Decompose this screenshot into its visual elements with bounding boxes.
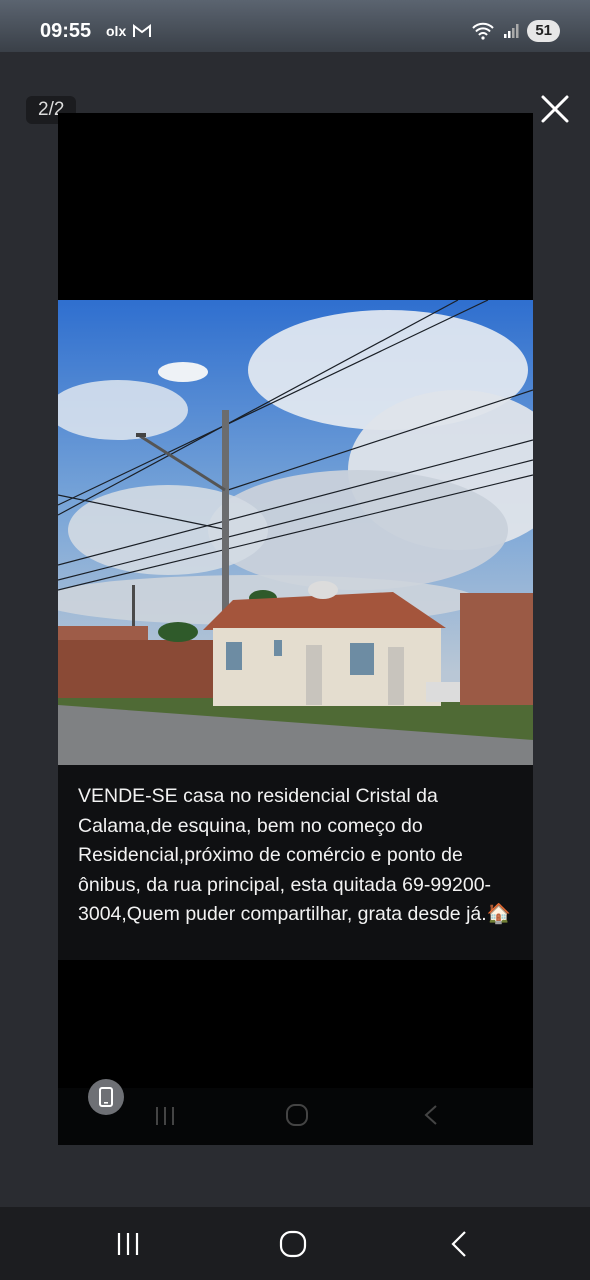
wifi-icon (472, 22, 495, 40)
phone-icon (99, 1087, 113, 1107)
status-bar: 09:55 olx 51 (0, 0, 590, 52)
signal-icon (504, 24, 519, 38)
close-button[interactable] (536, 90, 574, 128)
house-photo (58, 300, 533, 765)
rotate-phone-button[interactable] (88, 1079, 124, 1115)
inner-screenshot-nav (58, 1088, 533, 1145)
battery-indicator: 51 (527, 20, 560, 42)
back-button[interactable] (440, 1229, 480, 1259)
caption-text: VENDE-SE casa no residencial Cristal da … (78, 785, 511, 925)
story-card[interactable]: VENDE-SE casa no residencial Cristal da … (58, 113, 533, 1145)
notification-icons: olx (106, 23, 152, 39)
olx-icon: olx (106, 23, 127, 39)
home-button[interactable] (273, 1229, 313, 1259)
home-icon (279, 1230, 307, 1258)
system-nav-bar (0, 1207, 590, 1280)
back-icon (424, 1105, 437, 1125)
recent-apps-icon (156, 1107, 174, 1125)
home-icon (286, 1104, 308, 1126)
recent-apps-button[interactable] (108, 1229, 148, 1259)
status-time: 09:55 (40, 20, 92, 42)
recent-apps-icon (117, 1233, 139, 1255)
close-icon (541, 95, 569, 123)
back-icon (451, 1231, 466, 1257)
gmail-icon (133, 24, 152, 37)
caption-box: VENDE-SE casa no residencial Cristal da … (58, 765, 533, 960)
